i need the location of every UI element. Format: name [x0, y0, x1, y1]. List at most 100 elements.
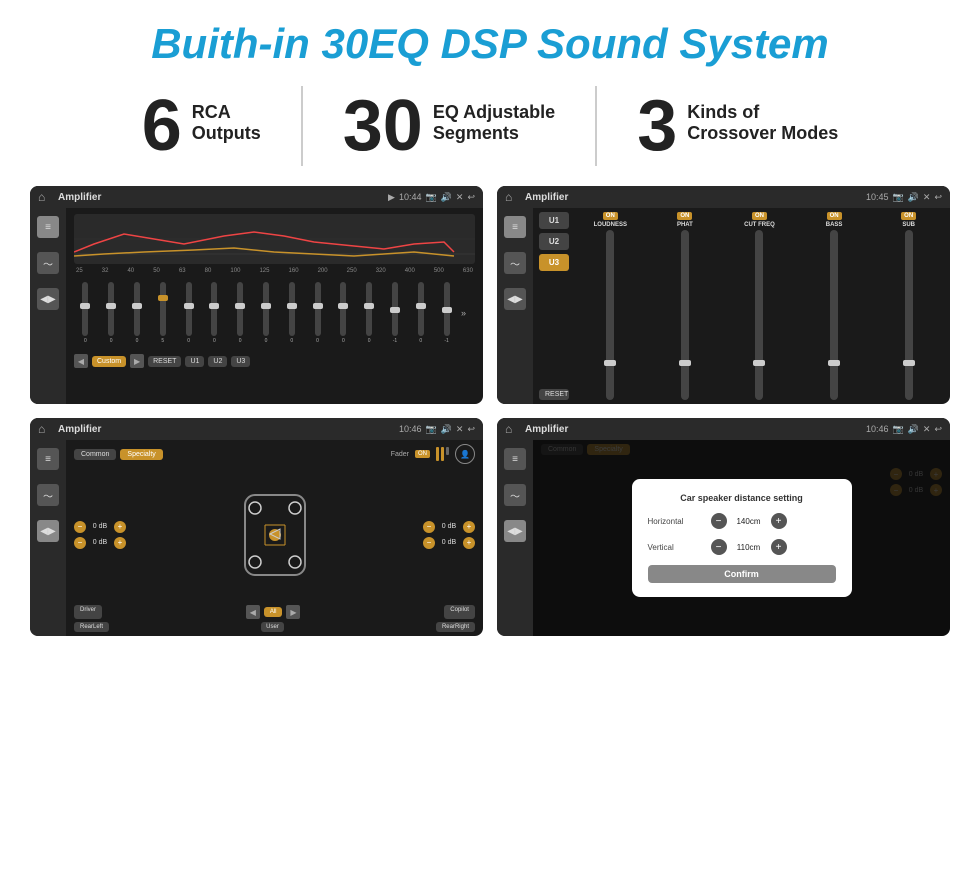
eq-controls-row: ◀ Custom ▶ RESET U1 U2 U3 — [74, 354, 475, 368]
wave-icon-4[interactable]: 〜 — [504, 484, 526, 506]
amp-preset-u3[interactable]: U3 — [539, 254, 569, 271]
freq-25: 25 — [76, 268, 83, 274]
speaker-prev-btn[interactable]: ◀ — [246, 605, 260, 619]
volume-ctrl-icon[interactable]: ◀▶ — [37, 288, 59, 310]
vertical-val: 110cm — [731, 543, 767, 552]
loudness-slider[interactable] — [606, 230, 614, 400]
screens-grid: ⌂ Amplifier ▶ 10:44 📷 🔊 ✕ ↩ ≡ 〜 ◀▶ — [30, 186, 950, 636]
amp-presets: U1 U2 U3 RESET — [539, 212, 569, 400]
eq-icon[interactable]: ≡ — [37, 216, 59, 238]
eq-custom-btn[interactable]: Custom — [92, 356, 126, 367]
eq-track-9[interactable] — [315, 282, 321, 336]
back-icon-4: ↩ — [934, 424, 942, 435]
stat-text-eq: EQ Adjustable Segments — [433, 90, 555, 144]
vertical-minus-btn[interactable]: − — [711, 539, 727, 555]
vol-minus-tr[interactable]: − — [423, 521, 435, 533]
tab-common-3[interactable]: Common — [74, 449, 116, 460]
vol-control-tr: − 0 dB + — [423, 521, 475, 533]
eq-track-4[interactable] — [186, 282, 192, 336]
spk-rearleft-btn[interactable]: RearLeft — [74, 622, 109, 632]
eq-track-8[interactable] — [289, 282, 295, 336]
freq-80: 80 — [205, 268, 212, 274]
car-diagram-svg — [235, 490, 315, 580]
vol-plus-tl[interactable]: + — [114, 521, 126, 533]
screen1-body: ≡ 〜 ◀▶ 25 32 — [30, 208, 483, 404]
eq-track-12[interactable] — [392, 282, 398, 336]
home-icon-3[interactable]: ⌂ — [38, 422, 52, 436]
volume-ctrl-icon-3[interactable]: ◀▶ — [37, 520, 59, 542]
eq-reset-btn[interactable]: RESET — [148, 356, 181, 367]
cutfreq-slider[interactable] — [755, 230, 763, 400]
eq-u3-btn[interactable]: U3 — [231, 356, 250, 367]
eq-icon-2[interactable]: ≡ — [504, 216, 526, 238]
screen2-title: Amplifier — [525, 192, 860, 203]
confirm-button[interactable]: Confirm — [648, 565, 836, 583]
home-icon-4[interactable]: ⌂ — [505, 422, 519, 436]
vol-plus-bl[interactable]: + — [114, 537, 126, 549]
cutfreq-on[interactable]: ON — [752, 212, 767, 220]
eq-track-7[interactable] — [263, 282, 269, 336]
eq-track-13[interactable] — [418, 282, 424, 336]
eq-track-5[interactable] — [211, 282, 217, 336]
vol-minus-tl[interactable]: − — [74, 521, 86, 533]
bass-slider[interactable] — [830, 230, 838, 400]
loudness-on[interactable]: ON — [603, 212, 618, 220]
eq-more-btn[interactable]: » — [461, 282, 475, 344]
back-icon-2: ↩ — [934, 192, 942, 203]
home-icon[interactable]: ⌂ — [38, 190, 52, 204]
horizontal-val: 140cm — [731, 517, 767, 526]
bass-label: BASS — [826, 222, 843, 228]
tab-specialty-3[interactable]: Specialty — [120, 449, 162, 460]
sub-on[interactable]: ON — [901, 212, 916, 220]
eq-icon-3[interactable]: ≡ — [37, 448, 59, 470]
bass-on[interactable]: ON — [827, 212, 842, 220]
eq-icon-4[interactable]: ≡ — [504, 448, 526, 470]
fader-on-badge[interactable]: ON — [415, 450, 430, 458]
speaker-tabs: Common Specialty — [74, 449, 163, 460]
wave-icon-3[interactable]: 〜 — [37, 484, 59, 506]
volume-ctrl-icon-4[interactable]: ◀▶ — [504, 520, 526, 542]
spk-driver-btn[interactable]: Driver — [74, 605, 102, 619]
profile-icon[interactable]: 👤 — [455, 444, 475, 464]
eq-track-10[interactable] — [340, 282, 346, 336]
spk-copilot-btn[interactable]: Copilot — [444, 605, 475, 619]
home-icon-2[interactable]: ⌂ — [505, 190, 519, 204]
eq-track-11[interactable] — [366, 282, 372, 336]
amp-ch-loudness: ON LOUDNESS — [575, 212, 646, 400]
eq-track-14[interactable] — [444, 282, 450, 336]
vol-val-tr: 0 dB — [438, 523, 460, 530]
sub-slider[interactable] — [905, 230, 913, 400]
eq-track-2[interactable] — [134, 282, 140, 336]
speaker-next-btn[interactable]: ▶ — [286, 605, 300, 619]
eq-next-btn[interactable]: ▶ — [130, 354, 144, 368]
spk-rearright-btn[interactable]: RearRight — [436, 622, 475, 632]
spk-user-btn[interactable]: User — [261, 622, 284, 632]
eq-track-0[interactable] — [82, 282, 88, 336]
wave-icon-2[interactable]: 〜 — [504, 252, 526, 274]
eq-track-6[interactable] — [237, 282, 243, 336]
phat-on[interactable]: ON — [677, 212, 692, 220]
volume-ctrl-icon-2[interactable]: ◀▶ — [504, 288, 526, 310]
phat-slider[interactable] — [681, 230, 689, 400]
horizontal-plus-btn[interactable]: + — [771, 513, 787, 529]
eq-track-3[interactable] — [160, 282, 166, 336]
eq-prev-btn[interactable]: ◀ — [74, 354, 88, 368]
screen1-content: 25 32 40 50 63 80 100 125 160 200 250 32… — [66, 208, 483, 404]
screen2-body: ≡ 〜 ◀▶ U1 U2 U3 RESET ON LOUDNESS — [497, 208, 950, 404]
screen2-sidebar: ≡ 〜 ◀▶ — [497, 208, 533, 404]
eq-u2-btn[interactable]: U2 — [208, 356, 227, 367]
vol-minus-br[interactable]: − — [423, 537, 435, 549]
wave-icon[interactable]: 〜 — [37, 252, 59, 274]
amp-preset-u2[interactable]: U2 — [539, 233, 569, 250]
eq-u1-btn[interactable]: U1 — [185, 356, 204, 367]
vol-minus-bl[interactable]: − — [74, 537, 86, 549]
horizontal-minus-btn[interactable]: − — [711, 513, 727, 529]
eq-track-1[interactable] — [108, 282, 114, 336]
spk-all-btn[interactable]: All — [264, 607, 283, 617]
vertical-plus-btn[interactable]: + — [771, 539, 787, 555]
amp-preset-u1[interactable]: U1 — [539, 212, 569, 229]
vol-plus-tr[interactable]: + — [463, 521, 475, 533]
vol-plus-br[interactable]: + — [463, 537, 475, 549]
amp-reset-btn[interactable]: RESET — [539, 389, 569, 400]
eq-graph — [74, 214, 475, 264]
